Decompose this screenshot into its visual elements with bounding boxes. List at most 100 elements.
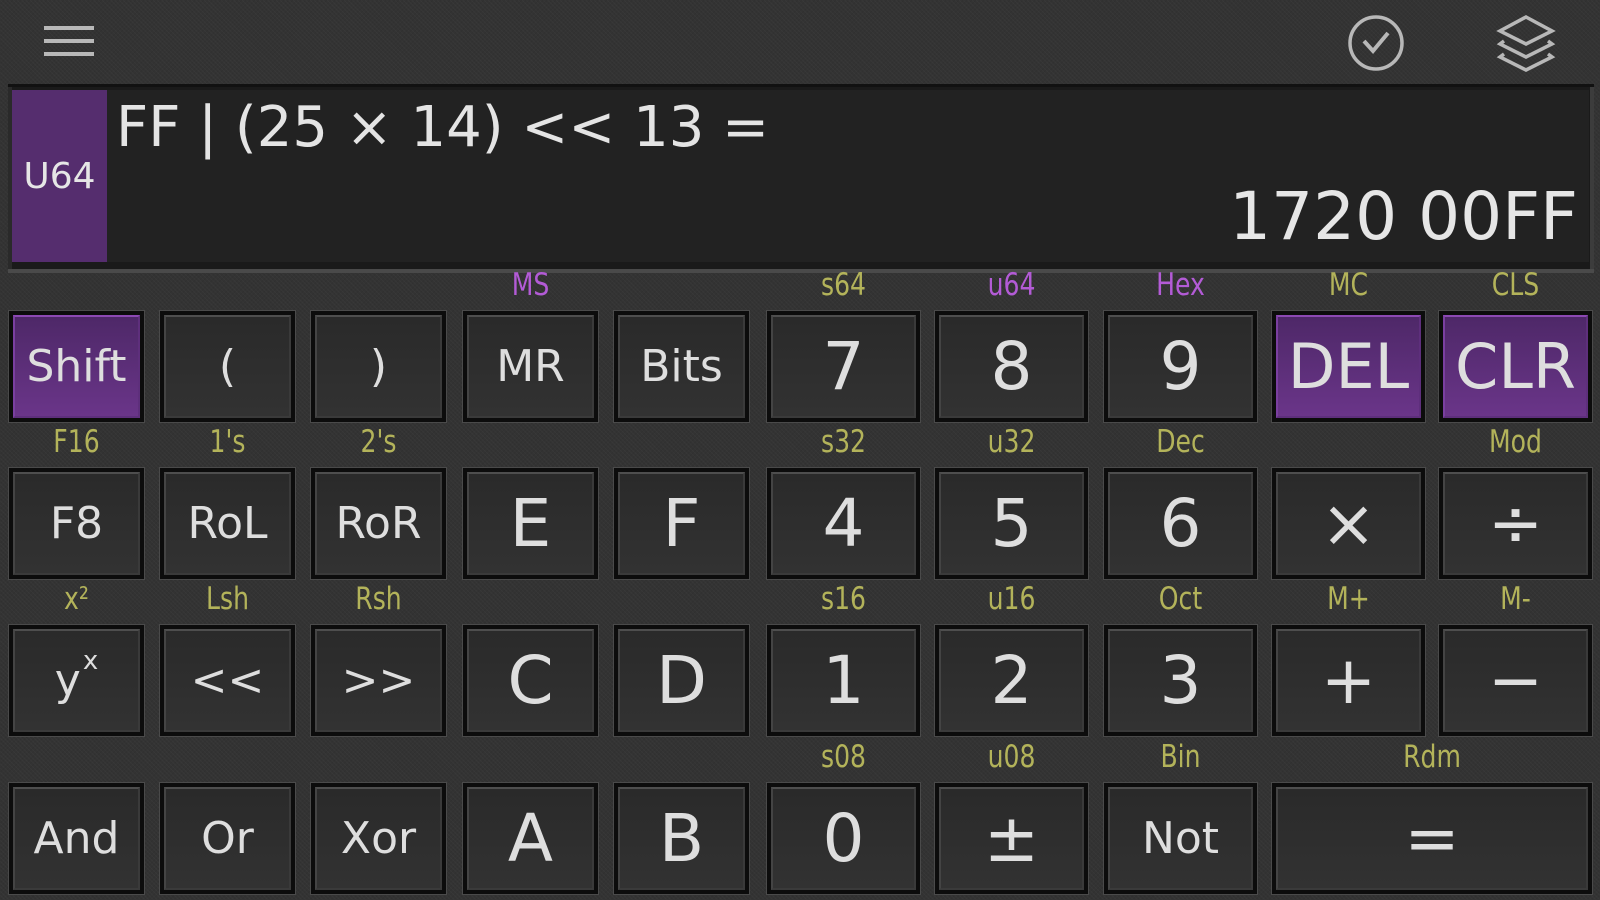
key-shift-left[interactable]: << <box>159 624 296 737</box>
shift-label-1: s16 <box>820 581 866 617</box>
key-minus[interactable]: − <box>1438 624 1593 737</box>
key-close-paren[interactable]: ) <box>310 310 447 423</box>
key-xor[interactable]: Xor <box>310 782 447 895</box>
key-3[interactable]: 3 <box>1103 624 1258 737</box>
key-7[interactable]: 7 <box>766 310 921 423</box>
shift-label-5: u32 <box>987 424 1036 460</box>
key-del[interactable]: DEL <box>1271 310 1426 423</box>
key-1[interactable]: 1 <box>766 624 921 737</box>
key-rol[interactable]: RoL <box>159 467 296 580</box>
key-open-paren[interactable]: ( <box>159 310 296 423</box>
key-bits[interactable]: Bits <box>613 310 750 423</box>
shift-label-2: u16 <box>987 581 1036 617</box>
key-label: × <box>1320 485 1377 562</box>
key-5[interactable]: 5 <box>934 467 1089 580</box>
key-label: >> <box>341 655 416 706</box>
key-face: 3 <box>1108 629 1253 732</box>
key-equals[interactable]: = <box>1271 782 1593 895</box>
key-8[interactable]: 8 <box>934 310 1089 423</box>
key-y[interactable]: yx <box>8 624 145 737</box>
key-label: Shift <box>26 341 127 392</box>
key-face: 8 <box>939 315 1084 418</box>
shift-label-mr: MS <box>511 267 550 303</box>
hamburger-menu-icon[interactable] <box>44 26 96 58</box>
key-face: 0 <box>771 787 916 890</box>
shift-label-ror: 2's <box>360 424 397 460</box>
key-superscript: x <box>82 645 99 676</box>
key-face: A <box>467 787 594 890</box>
result-text: 1720 00FF <box>1229 178 1578 255</box>
key-label: DEL <box>1287 330 1410 403</box>
key-label: ÷ <box>1487 485 1544 562</box>
key-face: yx <box>13 629 140 732</box>
key-clr[interactable]: CLR <box>1438 310 1593 423</box>
key-face: 1 <box>771 629 916 732</box>
shift-label-plus: M+ <box>1327 581 1370 617</box>
key-label: 3 <box>1159 642 1202 719</box>
key-plus[interactable]: + <box>1271 624 1426 737</box>
key-label: + <box>1320 642 1377 719</box>
key-or[interactable]: Or <box>159 782 296 895</box>
key-face: 6 <box>1108 472 1253 575</box>
key-label: 0 <box>822 800 865 877</box>
key-face: DEL <box>1276 315 1421 418</box>
key-face: 2 <box>939 629 1084 732</box>
key-label: RoL <box>187 498 268 549</box>
shift-label-del: MC <box>1328 267 1369 303</box>
key-f8[interactable]: F8 <box>8 467 145 580</box>
key-f[interactable]: F <box>613 467 750 580</box>
key-face: CLR <box>1443 315 1588 418</box>
shift-label-6: Dec <box>1156 424 1205 460</box>
key-9[interactable]: 9 <box>1103 310 1258 423</box>
key-label: << <box>190 655 265 706</box>
shift-label-divide: Mod <box>1489 424 1542 460</box>
key-face: C <box>467 629 594 732</box>
key-c[interactable]: C <box>462 624 599 737</box>
key-shift-right[interactable]: >> <box>310 624 447 737</box>
key-face: ) <box>315 315 442 418</box>
key-label: F <box>662 485 701 562</box>
key-face: 5 <box>939 472 1084 575</box>
key-not[interactable]: Not <box>1103 782 1258 895</box>
key-plus-minus[interactable]: ± <box>934 782 1089 895</box>
mode-label: U64 <box>23 155 96 197</box>
key-label: Xor <box>340 813 417 864</box>
shift-label-clr: CLS <box>1491 267 1540 303</box>
shift-label-minus: M- <box>1500 581 1531 617</box>
shift-label-8: u64 <box>987 267 1036 303</box>
key-label: CLR <box>1455 330 1576 403</box>
key-0[interactable]: 0 <box>766 782 921 895</box>
key-face: << <box>164 629 291 732</box>
key-face: ( <box>164 315 291 418</box>
key-6[interactable]: 6 <box>1103 467 1258 580</box>
key-b[interactable]: B <box>613 782 750 895</box>
key-face: E <box>467 472 594 575</box>
key-face: Or <box>164 787 291 890</box>
layers-icon[interactable] <box>1496 14 1556 72</box>
key-shift[interactable]: Shift <box>8 310 145 423</box>
key-4[interactable]: 4 <box>766 467 921 580</box>
key-label: Or <box>201 813 254 864</box>
key-face: F8 <box>13 472 140 575</box>
key-label: Not <box>1141 813 1220 864</box>
key-e[interactable]: E <box>462 467 599 580</box>
key-mr[interactable]: MR <box>462 310 599 423</box>
history-icon[interactable] <box>1347 14 1405 72</box>
key-a[interactable]: A <box>462 782 599 895</box>
shift-label-7: s64 <box>820 267 866 303</box>
key-label: 9 <box>1159 328 1202 405</box>
key-ror[interactable]: RoR <box>310 467 447 580</box>
key-2[interactable]: 2 <box>934 624 1089 737</box>
integer-mode-badge[interactable]: U64 <box>12 90 107 262</box>
shift-label-9: Hex <box>1156 267 1205 303</box>
key-label: MR <box>496 341 565 392</box>
key-face: B <box>618 787 745 890</box>
key-face: = <box>1276 787 1588 890</box>
key-label: = <box>1404 800 1460 877</box>
key-divide[interactable]: ÷ <box>1438 467 1593 580</box>
key-and[interactable]: And <box>8 782 145 895</box>
key-d[interactable]: D <box>613 624 750 737</box>
key-label: 5 <box>990 485 1033 562</box>
key-multiply[interactable]: × <box>1271 467 1426 580</box>
shift-label-3: Oct <box>1158 581 1203 617</box>
